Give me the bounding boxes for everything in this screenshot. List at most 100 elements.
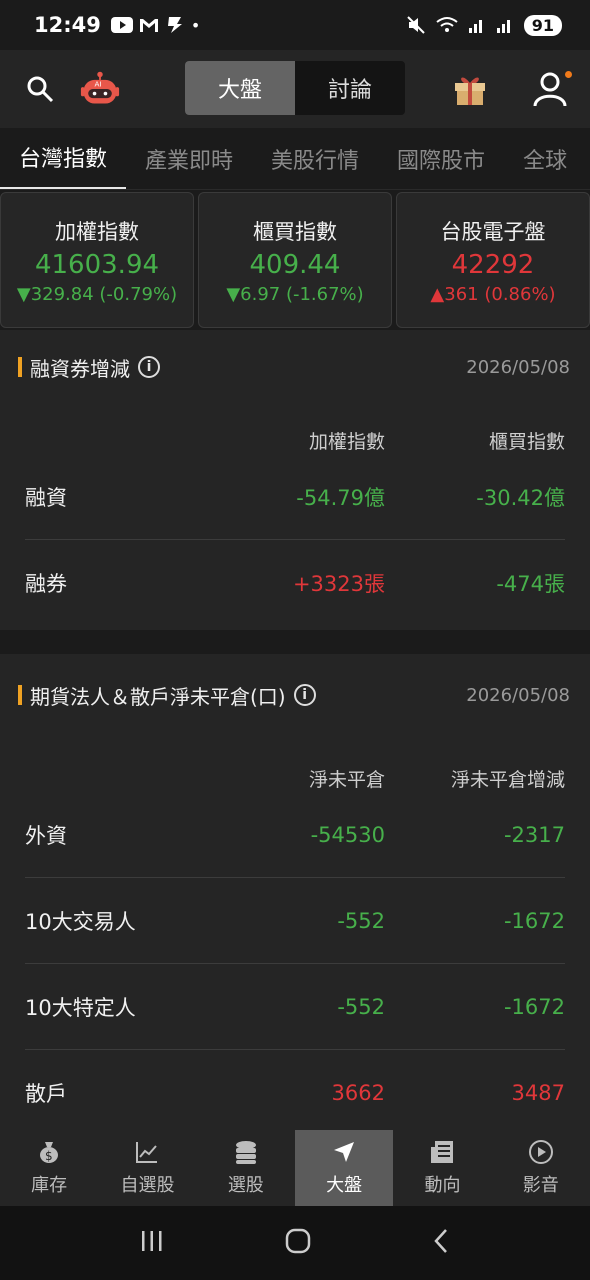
table-row: 10大特定人 -552 -1672: [25, 964, 565, 1050]
signal-icon: [468, 20, 482, 33]
table-row: 散戶 3662 3487: [25, 1050, 565, 1136]
notification-icons: •: [110, 15, 201, 35]
category-tabs: 台灣指數 產業即時 美股行情 國際股市 全球: [0, 128, 590, 190]
section-accent-bar: [18, 357, 22, 377]
home-icon: [285, 1228, 311, 1254]
nav-watchlist[interactable]: 自選股: [98, 1130, 196, 1206]
section-title: 期貨法人＆散戶淨未平倉(口): [30, 684, 286, 709]
section-accent-bar: [18, 685, 22, 705]
bottom-nav: $ 庫存 自選股 選股 大盤 動向 影音: [0, 1130, 590, 1206]
profile-button[interactable]: [530, 69, 572, 109]
nav-label: 選股: [227, 1175, 264, 1196]
info-icon[interactable]: i: [293, 684, 316, 706]
nav-screener[interactable]: 選股: [197, 1130, 295, 1206]
index-name: 台股電子盤: [440, 219, 546, 244]
section-title: 融資券增減: [30, 356, 130, 381]
svg-text:AI: AI: [95, 79, 102, 88]
row-label: 融券: [25, 572, 67, 596]
index-value: 41603.94: [34, 249, 160, 280]
index-card-electronics[interactable]: 台股電子盤 42292 ▲361 (0.86%): [396, 192, 590, 328]
column-header: 淨未平倉: [308, 769, 385, 791]
row-label: 10大特定人: [25, 995, 136, 1020]
row-label: 融資: [25, 485, 67, 510]
chart-line-icon: [136, 1142, 158, 1163]
dot-icon: •: [190, 15, 201, 35]
nav-label: 大盤: [326, 1175, 363, 1196]
news-icon: [431, 1141, 454, 1163]
play-icon: [528, 1140, 553, 1164]
row-value: -552: [337, 994, 385, 1019]
column-header: 淨未平倉增減: [450, 769, 565, 791]
tab-taiwan-index[interactable]: 台灣指數: [0, 128, 127, 189]
youtube-icon: [110, 17, 133, 33]
column-header: 加權指數: [308, 431, 385, 453]
gmail-icon: [139, 19, 158, 32]
row-value: 3487: [511, 1081, 565, 1105]
nav-label: 影音: [522, 1175, 559, 1196]
app-icon: [167, 17, 182, 33]
nav-video[interactable]: 影音: [492, 1130, 590, 1206]
nav-label: 動向: [424, 1175, 461, 1196]
row-value: -474張: [496, 572, 565, 596]
gift-button[interactable]: [450, 69, 490, 109]
tab-us-stocks[interactable]: 美股行情: [252, 128, 378, 189]
nav-label: 庫存: [31, 1175, 68, 1196]
row-value: -30.42億: [476, 485, 565, 510]
nav-market[interactable]: 大盤: [294, 1130, 394, 1206]
index-change: ▼329.84 (-0.79%): [16, 283, 178, 305]
row-label: 外資: [25, 823, 67, 848]
index-value: 42292: [451, 249, 535, 280]
ai-robot-button[interactable]: AI: [80, 69, 120, 109]
nav-holdings[interactable]: $ 庫存: [0, 1130, 98, 1206]
index-card-otc[interactable]: 櫃買指數 409.44 ▼6.97 (-1.67%): [198, 192, 392, 328]
navigation-arrow-icon: [334, 1142, 355, 1162]
row-value: -54.79億: [296, 485, 385, 510]
info-icon[interactable]: i: [138, 356, 160, 378]
recent-apps-button[interactable]: [139, 1229, 165, 1257]
segment-discussion[interactable]: 討論: [295, 61, 405, 115]
system-icons: 91: [406, 14, 562, 36]
index-value: 409.44: [249, 249, 341, 280]
user-icon: [533, 72, 567, 107]
wifi-icon: [436, 17, 458, 32]
svg-text:$: $: [45, 1149, 53, 1163]
row-label: 10大交易人: [25, 909, 136, 934]
index-name: 櫃買指數: [253, 219, 337, 244]
search-button[interactable]: [20, 69, 60, 109]
column-header: 櫃買指數: [488, 431, 565, 453]
mute-icon: [407, 16, 425, 34]
tab-global[interactable]: 全球: [504, 128, 586, 189]
segment-market[interactable]: 大盤: [185, 61, 295, 115]
table-row: 融券 +3323張 -474張: [25, 540, 565, 626]
search-icon: [27, 76, 54, 103]
battery-indicator: 91: [523, 14, 562, 36]
recent-apps-icon: [142, 1231, 162, 1251]
signal-icon-2: [496, 20, 510, 33]
notification-dot-icon: [565, 71, 572, 78]
table-row: 10大交易人 -552 -1672: [25, 878, 565, 964]
index-card-taiex[interactable]: 加權指數 41603.94 ▼329.84 (-0.79%): [0, 192, 194, 328]
status-bar: 12:49 • 91: [0, 0, 590, 50]
row-value: +3323張: [292, 572, 385, 596]
back-button[interactable]: [431, 1227, 451, 1259]
table-row: 外資 -54530 -2317: [25, 792, 565, 878]
system-nav-bar: [0, 1206, 590, 1280]
index-cards: 加權指數 41603.94 ▼329.84 (-0.79%) 櫃買指數 409.…: [0, 190, 590, 330]
home-button[interactable]: [284, 1227, 312, 1259]
gift-icon: [455, 77, 485, 105]
row-value: -2317: [503, 822, 565, 847]
index-name: 加權指數: [55, 219, 139, 244]
futures-section: 期貨法人＆散戶淨未平倉(口) i 2026/05/08 淨未平倉 淨未平倉增減 …: [0, 654, 590, 1174]
top-nav: AI 大盤 討論: [0, 50, 590, 128]
nav-label: 自選股: [120, 1175, 175, 1196]
table-row: 融資 -54.79億 -30.42億: [25, 454, 565, 540]
section-date: 2026/05/08: [466, 356, 570, 378]
row-value: -552: [337, 908, 385, 933]
nav-trends[interactable]: 動向: [393, 1130, 491, 1206]
row-value: -1672: [503, 994, 565, 1019]
row-label: 散戶: [25, 1082, 67, 1106]
tab-industry[interactable]: 產業即時: [126, 128, 252, 189]
index-change: ▲361 (0.86%): [430, 283, 556, 305]
tab-intl-markets[interactable]: 國際股市: [378, 128, 504, 189]
back-icon: [433, 1229, 447, 1253]
